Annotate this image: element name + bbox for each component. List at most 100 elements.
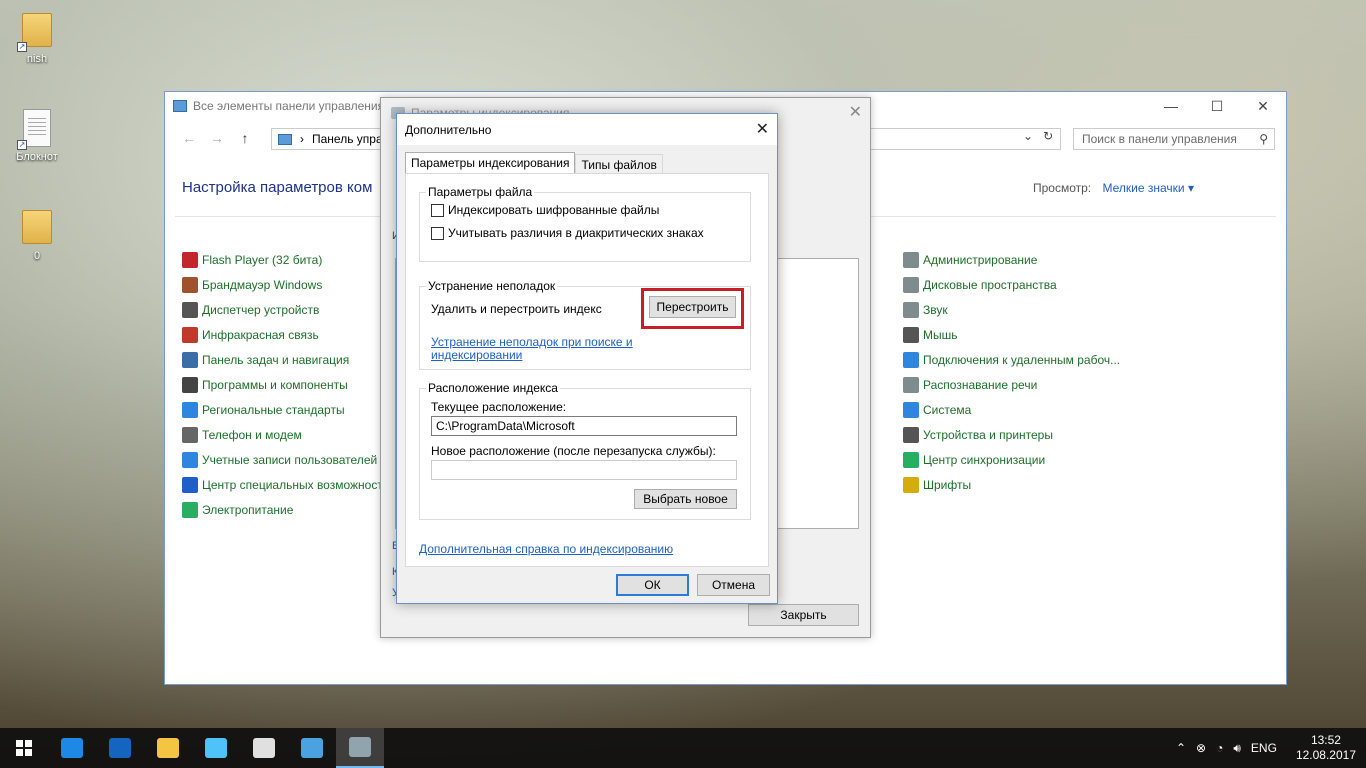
power-icon xyxy=(182,501,198,518)
forward-arrow-icon[interactable]: → xyxy=(203,130,231,146)
control-panel-item[interactable]: Система xyxy=(903,397,1120,422)
shortcut-arrow-icon: ↗ xyxy=(17,140,27,150)
control-panel-item[interactable]: Звук xyxy=(903,297,1120,322)
link-line: индексировании xyxy=(431,348,523,362)
control-panel-item-label: Дисковые пространства xyxy=(923,277,1057,292)
control-panel-item[interactable]: Телефон и модем xyxy=(182,422,383,447)
checkbox-icon[interactable] xyxy=(431,226,444,240)
control-panel-item[interactable]: Инфракрасная связь xyxy=(182,322,383,347)
control-panel-item[interactable]: Учетные записи пользователей xyxy=(182,447,383,472)
control-panel-item[interactable]: Электропитание xyxy=(182,497,383,522)
control-panel-item-label: Панель задач и навигация xyxy=(202,352,350,367)
taskbar-app[interactable] xyxy=(288,728,336,768)
control-panel-item[interactable]: Мышь xyxy=(903,322,1120,347)
address-tools: ⌄ ↻ xyxy=(1023,129,1053,143)
taskbar-app[interactable] xyxy=(240,728,288,768)
rebuild-text: Удалить и перестроить индекс xyxy=(431,302,602,316)
search-placeholder: Поиск в панели управления xyxy=(1082,132,1237,146)
taskbar-icon xyxy=(182,351,198,368)
chevron-up-icon[interactable]: ⌃ xyxy=(1171,741,1191,755)
maximize-icon[interactable]: ☐ xyxy=(1194,92,1240,120)
up-arrow-icon[interactable]: ↑ xyxy=(231,130,259,146)
close-icon[interactable]: ✕ xyxy=(849,102,862,122)
microphone-icon xyxy=(903,376,919,393)
control-panel-item-label: Flash Player (32 бита) xyxy=(202,252,323,267)
taskbar: ⌃ ⊗ ◔ 🔊︎ ENG 13:52 12.08.2017 xyxy=(0,728,1366,768)
desktop-icon-0[interactable]: 0 xyxy=(7,207,67,262)
control-panel-item[interactable]: Центр синхронизации xyxy=(903,447,1120,472)
view-by-dropdown[interactable]: Мелкие значки ▾ xyxy=(1102,181,1194,195)
flash-icon xyxy=(182,251,198,268)
chevron-down-icon[interactable]: ⌄ xyxy=(1023,129,1033,143)
taskbar-app[interactable] xyxy=(48,728,96,768)
view-by-value: Мелкие значки xyxy=(1102,181,1185,195)
network-disabled-icon[interactable]: ⊗ xyxy=(1191,741,1211,755)
chevron-down-icon: ▾ xyxy=(1187,181,1194,195)
sync-icon xyxy=(903,451,919,468)
minimize-icon[interactable]: — xyxy=(1148,92,1194,120)
clock[interactable]: 13:52 12.08.2017 xyxy=(1282,733,1366,763)
control-panel-item[interactable]: Региональные стандарты xyxy=(182,397,383,422)
window-controls: — ☐ ✕ xyxy=(1148,92,1286,120)
control-panel-item-label: Телефон и модем xyxy=(202,427,302,442)
tab-indexing-settings[interactable]: Параметры индексирования xyxy=(405,152,576,174)
back-arrow-icon[interactable]: ← xyxy=(175,130,203,146)
search-icon[interactable]: ⚲ xyxy=(1259,129,1268,149)
refresh-icon[interactable]: ↻ xyxy=(1043,129,1053,143)
control-panel-item[interactable]: Центр специальных возможност xyxy=(182,472,383,497)
control-panel-items-right: Администрирование Дисковые пространства Зв… xyxy=(903,247,1120,497)
control-panel-item[interactable]: Дисковые пространства xyxy=(903,272,1120,297)
desktop-icon-nish[interactable]: ↗ nish xyxy=(7,10,67,65)
control-panel-item[interactable]: Брандмауэр Windows xyxy=(182,272,383,297)
cancel-button[interactable]: Отмена xyxy=(697,574,770,596)
indexing-icon xyxy=(349,737,371,757)
close-icon[interactable]: ✕ xyxy=(756,119,769,139)
start-button[interactable] xyxy=(0,728,48,768)
wifi-icon[interactable]: ◔ xyxy=(1211,741,1228,755)
page-title: Настройка параметров ком xyxy=(182,179,373,196)
control-panel-item[interactable]: Flash Player (32 бита) xyxy=(182,247,383,272)
close-button[interactable]: Закрыть xyxy=(748,604,859,626)
taskbar-app[interactable] xyxy=(192,728,240,768)
index-encrypted-checkbox[interactable]: Индексировать шифрованные файлы xyxy=(431,203,659,217)
help-link[interactable]: Дополнительная справка по индексированию xyxy=(419,543,673,556)
notepad-icon xyxy=(205,738,227,758)
desktop-icon-notepad[interactable]: ↗ Блокнот xyxy=(7,108,67,163)
programs-icon xyxy=(182,376,198,393)
browser-icon xyxy=(109,738,131,758)
rebuild-button[interactable]: Перестроить xyxy=(649,296,736,318)
control-panel-item[interactable]: Устройства и принтеры xyxy=(903,422,1120,447)
control-panel-item-label: Мышь xyxy=(923,327,958,342)
close-icon[interactable]: ✕ xyxy=(1240,92,1286,120)
control-panel-item[interactable]: Распознавание речи xyxy=(903,372,1120,397)
control-panel-item-label: Администрирование xyxy=(923,252,1038,267)
breadcrumb[interactable]: Панель упра xyxy=(312,132,383,146)
control-panel-item-label: Инфракрасная связь xyxy=(202,327,319,342)
control-panel-item-label: Программы и компоненты xyxy=(202,377,348,392)
control-panel-item[interactable]: Администрирование xyxy=(903,247,1120,272)
taskbar-app[interactable] xyxy=(96,728,144,768)
printer-icon xyxy=(903,426,919,443)
taskbar-app[interactable] xyxy=(144,728,192,768)
current-location-field[interactable]: C:\ProgramData\Microsoft xyxy=(431,416,737,436)
control-panel-item[interactable]: Подключения к удаленным рабоч... xyxy=(903,347,1120,372)
control-panel-item[interactable]: Панель задач и навигация xyxy=(182,347,383,372)
admin-icon xyxy=(903,251,919,268)
select-new-button[interactable]: Выбрать новое xyxy=(634,489,737,509)
control-panel-item[interactable]: Программы и компоненты xyxy=(182,372,383,397)
volume-icon[interactable]: 🔊︎ xyxy=(1228,741,1246,756)
control-panel-icon xyxy=(173,100,187,112)
control-panel-item[interactable]: Шрифты xyxy=(903,472,1120,497)
language-indicator[interactable]: ENG xyxy=(1246,741,1282,755)
tab-strip: Параметры индексирования Типы файлов xyxy=(405,152,663,174)
checkbox-icon[interactable] xyxy=(431,203,444,217)
taskbar-app[interactable] xyxy=(336,728,384,768)
search-input[interactable]: Поиск в панели управления ⚲ xyxy=(1073,128,1275,150)
control-panel-item[interactable]: Диспетчер устройств xyxy=(182,297,383,322)
dialog-title: Дополнительно xyxy=(405,122,492,137)
new-location-field[interactable] xyxy=(431,460,737,480)
diacritics-checkbox[interactable]: Учитывать различия в диакритических знак… xyxy=(431,226,704,240)
troubleshooting-link[interactable]: Устранение неполадок при поиске и индекс… xyxy=(431,336,633,362)
tab-file-types[interactable]: Типы файлов xyxy=(575,154,663,174)
ok-button[interactable]: ОК xyxy=(616,574,689,596)
